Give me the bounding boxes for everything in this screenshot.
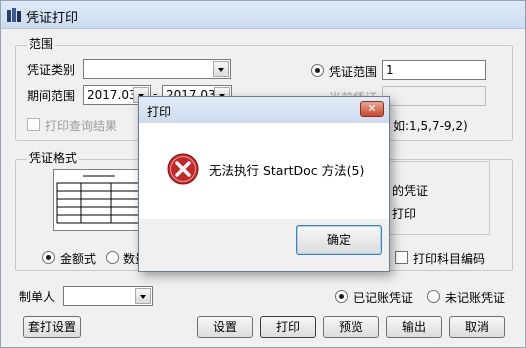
posted-voucher-radio[interactable] — [335, 290, 348, 303]
maker-combo[interactable] — [63, 286, 153, 306]
format-option-2-fragment: 打印 — [392, 207, 417, 221]
chevron-down-icon[interactable] — [135, 288, 151, 304]
setup-print-button[interactable]: 套打设置 — [23, 316, 81, 338]
error-icon — [167, 153, 199, 185]
print-button[interactable]: 打印 — [260, 316, 316, 338]
amount-format-label: 金额式 — [60, 252, 97, 266]
print-query-checkbox[interactable] — [27, 118, 40, 131]
format-legend: 凭证格式 — [27, 151, 80, 165]
export-button[interactable]: 输出 — [386, 316, 442, 338]
period-range-label: 期间范围 — [27, 89, 76, 103]
chevron-down-icon[interactable] — [213, 61, 229, 77]
dialog-message: 无法执行 StartDoc 方法(5) — [209, 163, 365, 178]
window-title: 凭证打印 — [26, 11, 79, 26]
voucher-type-combo[interactable] — [83, 59, 231, 79]
format-option-1-fragment: 的凭证 — [392, 184, 429, 198]
cancel-button[interactable]: 取消 — [449, 316, 505, 338]
voucher-type-label: 凭证类别 — [27, 63, 76, 77]
posted-voucher-label: 已记账凭证 — [353, 291, 414, 305]
unposted-voucher-radio[interactable] — [427, 290, 440, 303]
voucher-range-label: 凭证范围 — [329, 65, 378, 79]
dialog-title-bar: 打印 ✕ — [139, 97, 389, 123]
current-voucher-input[interactable] — [382, 86, 486, 106]
range-legend: 范围 — [27, 37, 56, 51]
settings-button[interactable]: 设置 — [197, 316, 253, 338]
amount-format-radio[interactable] — [42, 251, 55, 264]
range-example-hint: 如:1,5,7-9,2) — [393, 119, 468, 133]
qty-format-radio[interactable] — [106, 251, 119, 264]
ok-button[interactable]: 确定 — [296, 225, 382, 255]
close-icon[interactable]: ✕ — [360, 101, 384, 117]
print-subject-code-checkbox[interactable] — [395, 251, 408, 264]
voucher-range-input[interactable]: 1 — [382, 60, 486, 80]
preview-button[interactable]: 预览 — [323, 316, 379, 338]
print-query-label: 打印查询结果 — [45, 119, 118, 133]
unposted-voucher-label: 未记账凭证 — [445, 291, 506, 305]
printer-app-icon — [7, 8, 21, 22]
print-error-dialog: 打印 ✕ 无法执行 StartDoc 方法(5) 确定 — [138, 96, 390, 272]
print-subject-code-label: 打印科目编码 — [413, 252, 486, 266]
voucher-format-preview[interactable] — [53, 169, 143, 231]
maker-label: 制单人 — [19, 290, 56, 304]
title-bar: 凭证打印 — [1, 1, 525, 29]
dialog-title: 打印 — [147, 105, 172, 119]
voucher-range-radio[interactable] — [311, 64, 324, 77]
